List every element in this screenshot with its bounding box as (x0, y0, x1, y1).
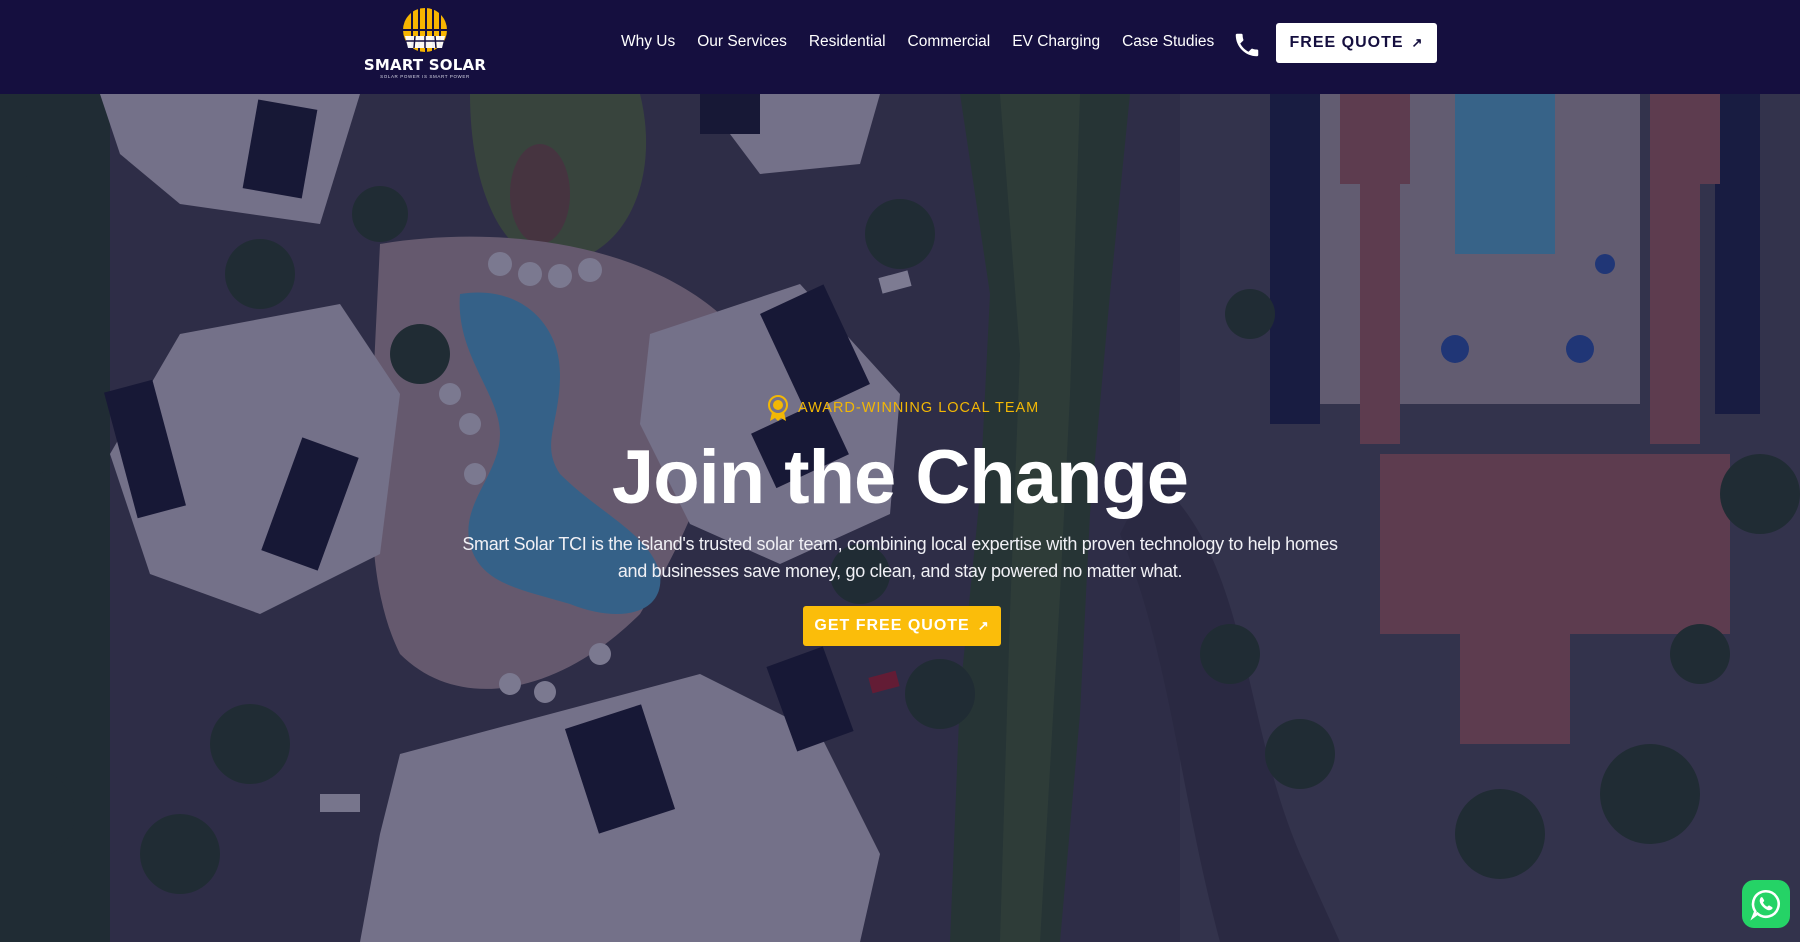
hero-section: AWARD-WINNING LOCAL TEAM Join the Change… (0, 94, 1800, 942)
get-free-quote-button[interactable]: GET FREE QUOTE ↗ (803, 606, 1001, 646)
nav-case-studies[interactable]: Case Studies (1122, 32, 1214, 52)
nav-ev-charging[interactable]: EV Charging (1012, 32, 1100, 52)
phone-icon[interactable] (1232, 28, 1262, 62)
get-free-quote-label: GET FREE QUOTE (814, 617, 970, 634)
arrow-up-right-icon: ↗ (977, 618, 990, 633)
hero-description: Smart Solar TCI is the island's trusted … (462, 534, 1338, 581)
hero-badge-label: AWARD-WINNING LOCAL TEAM (798, 400, 1040, 416)
top-navigation: SMART SOLAR SOLAR POWER IS SMART POWER W… (0, 0, 1800, 94)
whatsapp-icon (1750, 889, 1780, 921)
arrow-up-right-icon: ↗ (1411, 35, 1424, 50)
whatsapp-chat-button[interactable] (1742, 880, 1790, 928)
nav-residential[interactable]: Residential (809, 32, 886, 52)
hero-content: AWARD-WINNING LOCAL TEAM Join the Change… (0, 94, 1800, 942)
hero-title: Join the Change (611, 435, 1189, 520)
brand-tagline: SOLAR POWER IS SMART POWER (380, 74, 470, 79)
free-quote-button[interactable]: FREE QUOTE ↗ (1276, 23, 1437, 63)
nav-commercial[interactable]: Commercial (908, 32, 991, 52)
award-medal-icon (768, 395, 788, 421)
nav-our-services[interactable]: Our Services (697, 32, 787, 52)
main-menu: Why Us Our Services Residential Commerci… (621, 32, 1236, 52)
brand-name: SMART SOLAR (363, 56, 487, 74)
brand-logo[interactable]: SMART SOLAR SOLAR POWER IS SMART POWER (360, 6, 490, 82)
hero-badge: AWARD-WINNING LOCAL TEAM (766, 394, 1039, 422)
nav-why-us[interactable]: Why Us (621, 32, 675, 52)
free-quote-label: FREE QUOTE (1289, 34, 1404, 51)
sun-panel-logo-icon (403, 8, 447, 52)
